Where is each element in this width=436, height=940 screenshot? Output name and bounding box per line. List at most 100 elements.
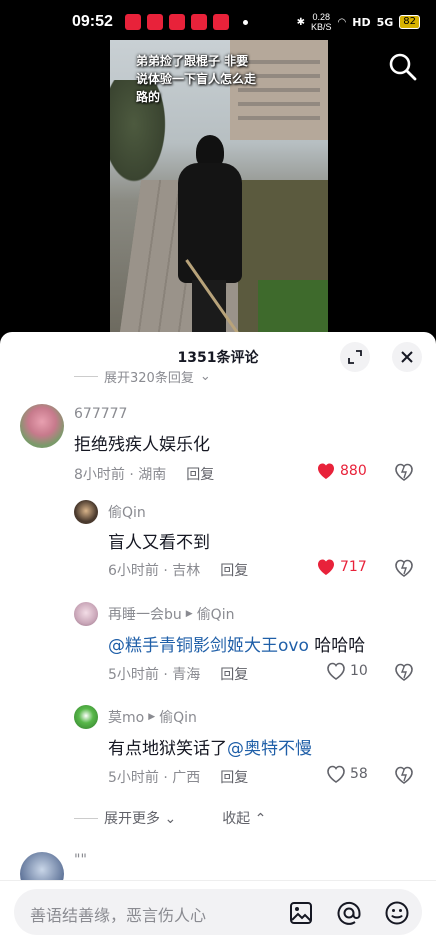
comment-username[interactable]: 莫mo ▶ 偷Qin xyxy=(108,707,197,727)
username-text: 再睡一会bu xyxy=(108,607,182,623)
chevron-up-icon: ⌃ xyxy=(254,811,267,827)
heart-icon xyxy=(327,662,345,680)
network-speed-unit: KB/S xyxy=(310,22,332,32)
comment-text: 拒绝残疾人娱乐化 xyxy=(74,430,210,455)
reply-button[interactable]: 回复 xyxy=(220,664,248,684)
comment-time: 5小时前 xyxy=(108,770,159,786)
hd-badge: HD xyxy=(352,15,371,29)
chevron-down-icon: ⌄ xyxy=(164,811,177,827)
like-count: 58 xyxy=(350,766,368,782)
avatar[interactable] xyxy=(74,602,98,626)
expand-replies-cut[interactable]: 展开320条回复 ⌄ xyxy=(74,366,211,386)
comment-time: 8小时前 xyxy=(74,467,125,483)
username-text: 677777 xyxy=(74,406,128,422)
username-text: 莫mo xyxy=(108,710,145,726)
wifi-icon: ◠ xyxy=(337,16,347,28)
close-button[interactable] xyxy=(392,342,422,372)
expand-more-label: 展开更多 xyxy=(104,811,160,827)
comment-location: 湖南 xyxy=(138,467,167,483)
comment-text-content: 盲人又看不到 xyxy=(108,533,210,553)
dislike-icon[interactable] xyxy=(394,662,414,682)
dislike-icon[interactable] xyxy=(394,462,414,482)
reply-button[interactable]: 回复 xyxy=(220,767,248,787)
bluetooth-icon: ✱ xyxy=(296,16,305,28)
comment-text: 盲人又看不到 xyxy=(108,528,210,553)
close-icon xyxy=(401,351,413,363)
comment-username[interactable]: 再睡一会bu ▶ 偷Qin xyxy=(108,604,234,624)
collapse-label: 收起 xyxy=(222,811,251,827)
video-player[interactable]: 弟弟捡了跟棍子 非要说体验一下盲人怎么走路的 xyxy=(110,40,328,334)
reply-controls: 展开更多 ⌄ 收起 ⌃ xyxy=(74,808,266,828)
mention-link[interactable]: @奥特不慢 xyxy=(227,739,312,759)
emoji-icon[interactable] xyxy=(384,900,410,926)
comment-username[interactable]: "" xyxy=(74,852,87,868)
network-type: 5G xyxy=(376,15,394,29)
comment-time-location: 8小时前 · 湖南 xyxy=(74,467,167,483)
network-speed: 0.28 KB/S xyxy=(311,12,332,32)
status-bar: 09:52 ✱ 0.28 KB/S ◠ HD 5G 82 xyxy=(0,0,436,44)
comment-text-content: 拒绝残疾人娱乐化 xyxy=(74,435,210,455)
expand-more-button[interactable]: 展开更多 ⌄ xyxy=(104,808,176,828)
dislike-icon[interactable] xyxy=(394,558,414,578)
comment-time: 5小时前 xyxy=(108,667,159,683)
reply-button[interactable]: 回复 xyxy=(186,464,214,484)
like-button[interactable]: 10 xyxy=(326,662,368,680)
dislike-icon[interactable] xyxy=(394,765,414,785)
like-count: 880 xyxy=(340,463,367,479)
heart-icon xyxy=(318,559,334,575)
search-icon[interactable] xyxy=(388,52,418,82)
comment-text: 有点地狱笑话了@奥特不慢 xyxy=(108,734,312,759)
image-icon[interactable] xyxy=(288,900,314,926)
comment-text: @糕手青铜影剑姬大王ovo 哈哈哈 xyxy=(108,631,365,656)
video-grass xyxy=(238,180,328,334)
comment-time-location: 6小时前 · 吉林 xyxy=(108,563,201,579)
like-button[interactable]: 880 xyxy=(316,462,367,480)
comment-input-placeholder: 善语结善缘，恶言伤人心 xyxy=(30,906,207,925)
comment-input[interactable]: 善语结善缘，恶言伤人心 xyxy=(14,889,422,935)
comment-username[interactable]: 677777 xyxy=(74,406,127,422)
comment-meta: 5小时前 · 广西 回复 xyxy=(108,767,248,787)
avatar[interactable] xyxy=(20,404,64,448)
heart-icon xyxy=(318,463,334,479)
like-count: 717 xyxy=(340,559,367,575)
reply-button[interactable]: 回复 xyxy=(220,560,248,580)
username-text: 偷Qin xyxy=(108,505,146,521)
like-count: 10 xyxy=(350,663,368,679)
video-person xyxy=(170,135,246,334)
expand-icon xyxy=(348,350,362,364)
comment-location: 青海 xyxy=(172,667,201,683)
app-notification-icon xyxy=(124,14,141,30)
notification-icons xyxy=(124,14,229,30)
more-notifications-dot xyxy=(242,19,248,25)
comment-count-title: 1351条评论 xyxy=(177,350,259,366)
mention-link[interactable]: @糕手青铜影剑姬大王ovo xyxy=(108,636,309,656)
heart-icon xyxy=(327,765,345,783)
avatar[interactable] xyxy=(74,500,98,524)
username-text: "" xyxy=(74,852,87,868)
app-notification-icon xyxy=(190,14,207,30)
like-button[interactable]: 58 xyxy=(326,765,368,783)
reply-to-username[interactable]: 偷Qin xyxy=(197,604,235,624)
at-icon[interactable] xyxy=(336,900,362,926)
comment-time-location: 5小时前 · 青海 xyxy=(108,667,201,683)
comment-text-content: 哈哈哈 xyxy=(308,636,366,656)
network-speed-value: 0.28 xyxy=(312,12,330,22)
reply-arrow-icon: ▶ xyxy=(148,712,156,722)
expand-button[interactable] xyxy=(340,342,370,372)
comment-meta: 8小时前 · 湖南 回复 xyxy=(74,464,214,484)
status-time: 09:52 xyxy=(72,13,113,30)
app-notification-icon xyxy=(146,14,163,30)
avatar[interactable] xyxy=(74,705,98,729)
reply-to-username[interactable]: 偷Qin xyxy=(159,707,197,727)
comment-username[interactable]: 偷Qin xyxy=(108,502,146,522)
chevron-down-icon: ⌄ xyxy=(199,368,211,384)
comment-input-bar: 善语结善缘，恶言伤人心 xyxy=(0,880,436,940)
app-notification-icon xyxy=(168,14,185,30)
comment-time: 6小时前 xyxy=(108,563,159,579)
reply-arrow-icon: ▶ xyxy=(185,609,193,619)
video-caption: 弟弟捡了跟棍子 非要说体验一下盲人怎么走路的 xyxy=(136,54,257,104)
collapse-button[interactable]: 收起 ⌃ xyxy=(222,808,266,828)
comment-time-location: 5小时前 · 广西 xyxy=(108,770,201,786)
comment-text-content: 有点地狱笑话了 xyxy=(108,739,227,759)
like-button[interactable]: 717 xyxy=(316,558,367,576)
